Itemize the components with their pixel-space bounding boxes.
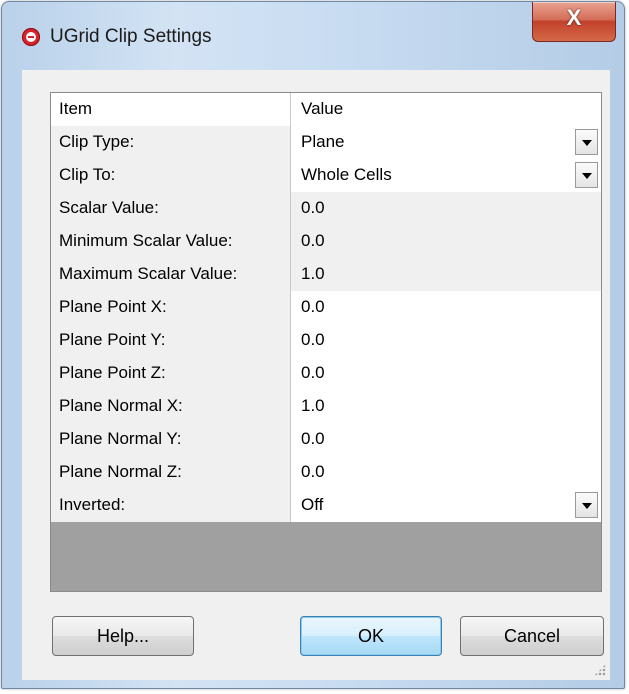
property-value-text: Plane (301, 132, 345, 151)
property-name: Plane Normal X: (51, 390, 291, 423)
property-value-select[interactable]: Plane (291, 126, 601, 159)
property-value-field: 0.0 (291, 192, 601, 225)
dialog-client-area: Item Value Clip Type: Plane Clip To: Whole … (22, 70, 610, 680)
table-row[interactable]: Minimum Scalar Value: 0.0 (51, 225, 601, 258)
table-row[interactable]: Maximum Scalar Value: 1.0 (51, 258, 601, 291)
property-value-field[interactable]: 0.0 (291, 324, 601, 357)
close-icon: X (566, 5, 582, 30)
property-value-field[interactable]: 1.0 (291, 390, 601, 423)
property-value-field[interactable]: 0.0 (291, 291, 601, 324)
dropdown-arrow-icon[interactable] (575, 162, 598, 188)
table-row[interactable]: Plane Normal Y: 0.0 (51, 423, 601, 456)
table-row[interactable]: Plane Normal X: 1.0 (51, 390, 601, 423)
grid-header-row: Item Value (51, 93, 601, 126)
table-row[interactable]: Clip Type: Plane (51, 126, 601, 159)
property-value-text: 0.0 (301, 297, 325, 316)
cancel-button[interactable]: Cancel (460, 616, 604, 656)
settings-grid: Item Value Clip Type: Plane Clip To: Whole … (50, 92, 602, 592)
table-row[interactable]: Clip To: Whole Cells (51, 159, 601, 192)
property-value-text: 1.0 (301, 264, 325, 283)
property-value-select[interactable]: Off (291, 489, 601, 522)
property-name: Plane Point X: (51, 291, 291, 324)
property-value-text: Whole Cells (301, 165, 392, 184)
close-button[interactable]: X (532, 2, 616, 42)
column-header-item[interactable]: Item (51, 93, 291, 126)
property-name: Scalar Value: (51, 192, 291, 225)
window-title: UGrid Clip Settings (50, 26, 212, 47)
property-value-field[interactable]: 0.0 (291, 423, 601, 456)
help-button[interactable]: Help... (52, 616, 194, 656)
table-row[interactable]: Plane Point Y: 0.0 (51, 324, 601, 357)
property-name: Clip To: (51, 159, 291, 192)
table-row[interactable]: Plane Normal Z: 0.0 (51, 456, 601, 489)
resize-grip-icon[interactable] (594, 664, 606, 676)
title-bar[interactable]: UGrid Clip Settings X (2, 2, 624, 48)
property-value-text: 0.0 (301, 231, 325, 250)
table-row[interactable]: Plane Point Z: 0.0 (51, 357, 601, 390)
ugrid-app-icon (22, 28, 40, 46)
dropdown-arrow-icon[interactable] (575, 492, 598, 518)
property-name: Maximum Scalar Value: (51, 258, 291, 291)
dialog-window: UGrid Clip Settings X Item Value Clip Ty… (1, 1, 625, 689)
property-name: Minimum Scalar Value: (51, 225, 291, 258)
property-value-text: 1.0 (301, 396, 325, 415)
property-name: Clip Type: (51, 126, 291, 159)
column-header-value[interactable]: Value (291, 93, 601, 126)
property-value-text: Off (301, 495, 324, 514)
property-name: Plane Point Y: (51, 324, 291, 357)
property-value-field: 0.0 (291, 225, 601, 258)
table-row[interactable]: Plane Point X: 0.0 (51, 291, 601, 324)
property-value-text: 0.0 (301, 462, 325, 481)
property-value-field[interactable]: 0.0 (291, 357, 601, 390)
property-name: Plane Point Z: (51, 357, 291, 390)
property-value-select[interactable]: Whole Cells (291, 159, 601, 192)
property-value-field[interactable]: 0.0 (291, 456, 601, 489)
property-value-text: 0.0 (301, 198, 325, 217)
property-name: Plane Normal Z: (51, 456, 291, 489)
dropdown-arrow-icon[interactable] (575, 129, 598, 155)
table-row[interactable]: Scalar Value: 0.0 (51, 192, 601, 225)
property-value-field: 1.0 (291, 258, 601, 291)
property-name: Plane Normal Y: (51, 423, 291, 456)
property-name: Inverted: (51, 489, 291, 522)
property-value-text: 0.0 (301, 429, 325, 448)
property-value-text: 0.0 (301, 363, 325, 382)
table-row[interactable]: Inverted: Off (51, 489, 601, 522)
property-value-text: 0.0 (301, 330, 325, 349)
ok-button[interactable]: OK (300, 616, 442, 656)
